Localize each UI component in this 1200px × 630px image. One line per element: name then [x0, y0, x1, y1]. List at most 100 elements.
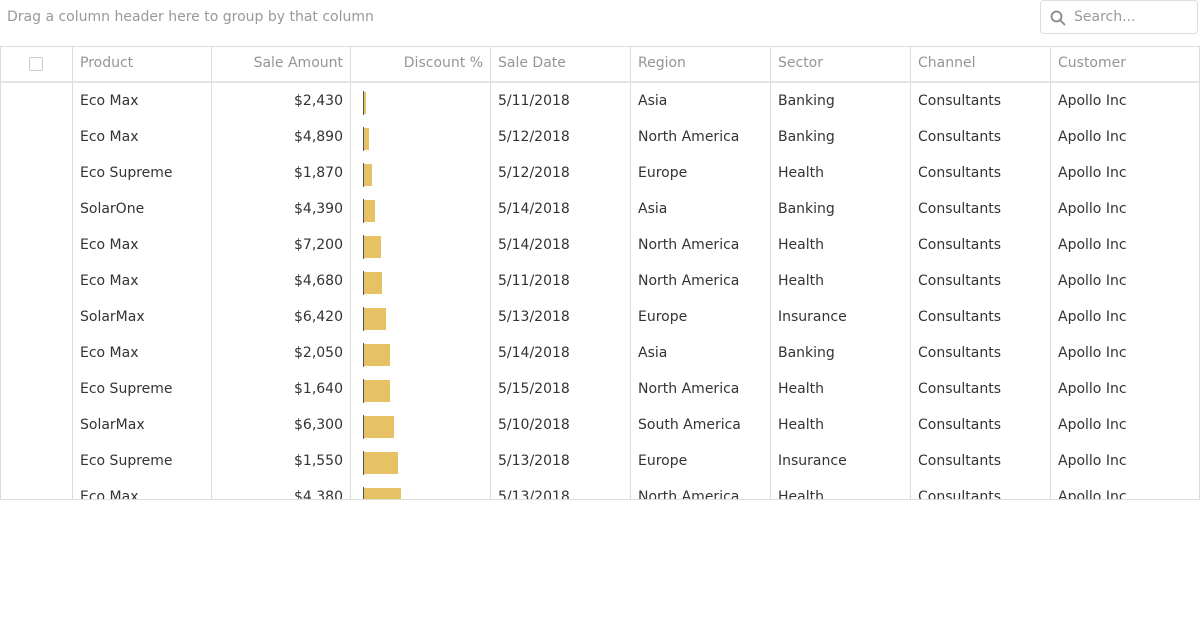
cell-sale-amount: $2,430 [211, 83, 350, 119]
cell-region: North America [630, 263, 770, 299]
cell-channel: Consultants [910, 299, 1050, 335]
discount-bar-axis [363, 415, 364, 439]
cell-product: SolarOne [72, 191, 211, 227]
table-row[interactable]: SolarMax $6,300 5/10/2018 South America Heal… [1, 407, 1199, 443]
cell-customer: Apollo Inc [1050, 443, 1199, 479]
cell-channel: Consultants [910, 83, 1050, 119]
cell-sector: Health [770, 407, 910, 443]
header-sale-date[interactable]: Sale Date [490, 47, 630, 81]
group-panel[interactable]: Drag a column header here to group by th… [7, 9, 374, 25]
cell-sale-amount: $6,420 [211, 299, 350, 335]
cell-product: Eco Max [72, 479, 211, 499]
row-select-cell [1, 371, 72, 407]
cell-sale-date: 5/12/2018 [490, 155, 630, 191]
cell-sector: Banking [770, 83, 910, 119]
header-sale-amount[interactable]: Sale Amount [211, 47, 350, 81]
table-row[interactable]: SolarOne $4,390 5/14/2018 Asia Banking Consul… [1, 191, 1199, 227]
discount-bar-axis [363, 235, 364, 259]
header-product[interactable]: Product [72, 47, 211, 81]
cell-sale-amount: $7,200 [211, 227, 350, 263]
select-all-checkbox[interactable] [29, 57, 43, 71]
cell-channel: Consultants [910, 191, 1050, 227]
cell-product: Eco Max [72, 263, 211, 299]
header-customer[interactable]: Customer [1050, 47, 1199, 81]
discount-bar [363, 487, 483, 499]
discount-bar-fill [364, 236, 381, 258]
cell-region: North America [630, 371, 770, 407]
cell-sale-date: 5/13/2018 [490, 479, 630, 499]
cell-discount [350, 299, 490, 335]
discount-bar [363, 307, 483, 331]
header-channel[interactable]: Channel [910, 47, 1050, 81]
cell-customer: Apollo Inc [1050, 191, 1199, 227]
search-box[interactable] [1040, 0, 1198, 34]
cell-customer: Apollo Inc [1050, 119, 1199, 155]
table-row[interactable]: Eco Max $4,380 5/13/2018 North America Healt… [1, 479, 1199, 499]
cell-region: North America [630, 227, 770, 263]
row-select-cell [1, 227, 72, 263]
discount-bar-fill [364, 164, 372, 186]
cell-sector: Health [770, 227, 910, 263]
grid-body[interactable]: Eco Max $2,430 5/11/2018 Asia Banking Consult… [1, 83, 1199, 499]
row-select-cell [1, 407, 72, 443]
cell-customer: Apollo Inc [1050, 263, 1199, 299]
discount-bar [363, 127, 483, 151]
cell-product: Eco Supreme [72, 155, 211, 191]
cell-sector: Health [770, 155, 910, 191]
row-select-cell [1, 191, 72, 227]
cell-discount [350, 191, 490, 227]
header-discount[interactable]: Discount % [350, 47, 490, 81]
cell-sale-date: 5/15/2018 [490, 371, 630, 407]
discount-bar-fill [364, 488, 401, 499]
cell-region: Asia [630, 191, 770, 227]
row-select-cell [1, 119, 72, 155]
table-row[interactable]: Eco Supreme $1,870 5/12/2018 Europe Health Co… [1, 155, 1199, 191]
row-select-cell [1, 335, 72, 371]
cell-sale-date: 5/13/2018 [490, 299, 630, 335]
table-row[interactable]: Eco Supreme $1,640 5/15/2018 North America H… [1, 371, 1199, 407]
cell-sector: Health [770, 479, 910, 499]
discount-bar-fill [364, 380, 390, 402]
table-row[interactable]: Eco Max $4,890 5/12/2018 North America Banki… [1, 119, 1199, 155]
table-row[interactable]: SolarMax $6,420 5/13/2018 Europe Insurance Co… [1, 299, 1199, 335]
cell-channel: Consultants [910, 479, 1050, 499]
row-select-cell [1, 443, 72, 479]
cell-discount [350, 119, 490, 155]
toolbar: Drag a column header here to group by th… [0, 0, 1200, 46]
search-input[interactable] [1074, 6, 1192, 28]
table-row[interactable]: Eco Supreme $1,550 5/13/2018 Europe Insuranc… [1, 443, 1199, 479]
discount-bar-fill [364, 92, 366, 114]
cell-discount [350, 155, 490, 191]
cell-customer: Apollo Inc [1050, 371, 1199, 407]
discount-bar [363, 199, 483, 223]
cell-region: Europe [630, 155, 770, 191]
header-sector[interactable]: Sector [770, 47, 910, 81]
cell-customer: Apollo Inc [1050, 407, 1199, 443]
discount-bar-fill [364, 308, 386, 330]
discount-bar-fill [364, 272, 382, 294]
table-row[interactable]: Eco Max $4,680 5/11/2018 North America Healt… [1, 263, 1199, 299]
discount-bar-axis [363, 487, 364, 499]
discount-bar-axis [363, 379, 364, 403]
header-select-all [1, 47, 72, 81]
cell-customer: Apollo Inc [1050, 335, 1199, 371]
cell-customer: Apollo Inc [1050, 479, 1199, 499]
discount-bar-axis [363, 343, 364, 367]
table-row[interactable]: Eco Max $2,430 5/11/2018 Asia Banking Consult… [1, 83, 1199, 119]
table-row[interactable]: Eco Max $2,050 5/14/2018 Asia Banking Consult… [1, 335, 1199, 371]
cell-product: SolarMax [72, 407, 211, 443]
cell-sale-amount: $1,870 [211, 155, 350, 191]
header-row: Product Sale Amount Discount % Sale Date… [1, 47, 1199, 83]
table-row[interactable]: Eco Max $7,200 5/14/2018 North America Healt… [1, 227, 1199, 263]
cell-product: Eco Max [72, 83, 211, 119]
cell-discount [350, 479, 490, 499]
search-icon [1050, 10, 1066, 26]
discount-bar-axis [363, 271, 364, 295]
cell-sale-amount: $1,640 [211, 371, 350, 407]
header-region[interactable]: Region [630, 47, 770, 81]
cell-sale-date: 5/14/2018 [490, 335, 630, 371]
cell-customer: Apollo Inc [1050, 227, 1199, 263]
cell-product: Eco Max [72, 227, 211, 263]
cell-channel: Consultants [910, 335, 1050, 371]
cell-region: Asia [630, 335, 770, 371]
